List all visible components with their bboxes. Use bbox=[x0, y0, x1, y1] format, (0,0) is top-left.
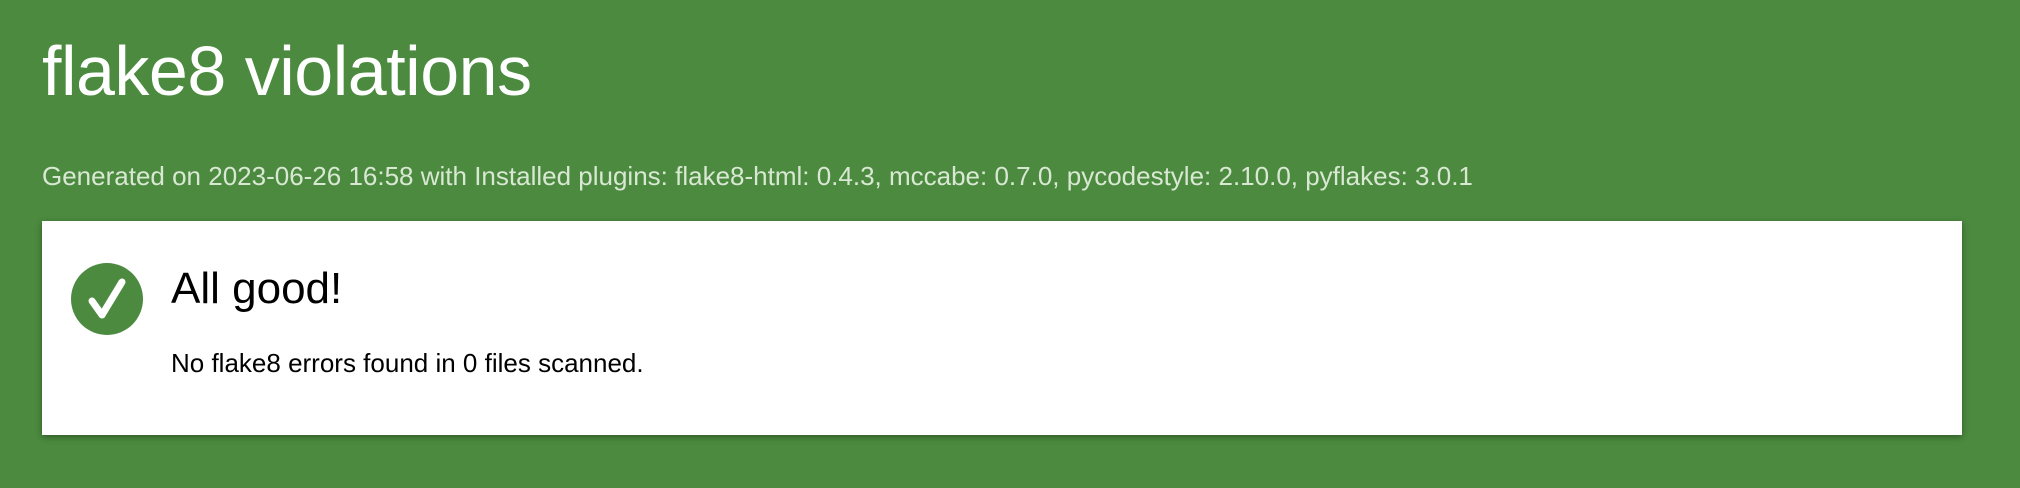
generated-info: Generated on 2023-06-26 16:58 with Insta… bbox=[42, 161, 1473, 191]
summary-message: No flake8 errors found in 0 files scanne… bbox=[171, 348, 644, 378]
checkmark-icon bbox=[71, 263, 143, 335]
summary-card: All good! No flake8 errors found in 0 fi… bbox=[42, 221, 1962, 435]
report-page: flake8 violations Generated on 2023-06-2… bbox=[0, 0, 2020, 488]
page-title: flake8 violations bbox=[42, 32, 532, 110]
summary-heading: All good! bbox=[171, 264, 343, 313]
